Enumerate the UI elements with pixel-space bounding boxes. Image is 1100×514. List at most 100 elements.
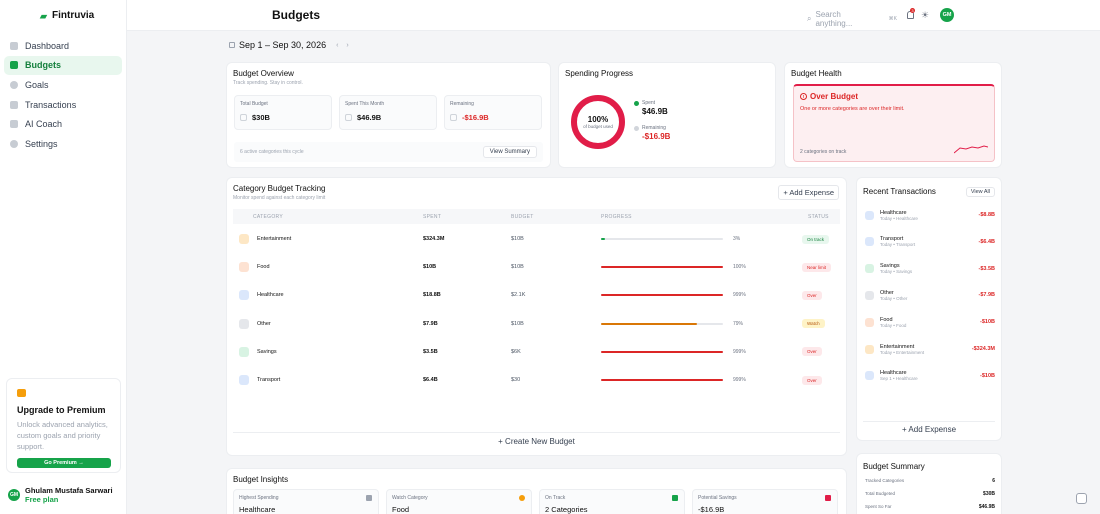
sidebar-item-ai-coach[interactable]: AI Coach (4, 115, 122, 134)
transaction-item[interactable]: Food Today • Food -$10B (865, 312, 995, 332)
transaction-item[interactable]: Transport Today • Transport -$6.4B (865, 232, 995, 252)
progress-percent: 79% (733, 320, 744, 327)
chat-icon[interactable] (1076, 493, 1087, 504)
sidebar-item-budgets[interactable]: Budgets (4, 55, 122, 75)
transaction-amount: -$7.9B (978, 292, 995, 299)
promo-title: Upgrade to Premium (17, 405, 106, 415)
transaction-meta: Today • Healthcare (880, 215, 918, 221)
table-row[interactable]: Other $7.9B $10B 79% Watch (233, 310, 840, 338)
stat-value: -$16.9B (450, 113, 536, 122)
date-nav-arrows[interactable]: ‹› (336, 42, 357, 49)
add-expense-button[interactable]: + Add Expense (778, 185, 839, 200)
stat-remaining: Remaining -$16.9B (444, 95, 542, 130)
gear-icon (10, 139, 18, 148)
clock-icon (450, 114, 457, 121)
search-input[interactable]: ⌕ Search anything... ⌘K (807, 10, 897, 28)
summary-label: Spent So Far (865, 504, 892, 509)
category-cell: Entertainment (239, 234, 291, 244)
summary-value: 6 (992, 478, 995, 484)
legend-value: $46.9B (642, 107, 668, 116)
sidebar-item-label: Transactions (25, 99, 77, 110)
transaction-meta: Sep 1 • Healthcare (880, 376, 918, 382)
budget-cell: $30 (511, 377, 521, 383)
card-subtitle: Track spending. Stay in control. (233, 80, 303, 86)
insight-value: Healthcare (239, 505, 276, 514)
sidebar-item-settings[interactable]: Settings (4, 134, 122, 153)
transaction-meta: Today • Entertainment (880, 349, 925, 355)
category-name: Healthcare (257, 292, 284, 299)
category-name: Entertainment (257, 236, 292, 242)
view-summary-button[interactable]: View Summary (482, 146, 537, 158)
legend-label: Spent (642, 100, 656, 106)
date-range-picker[interactable]: Sep 1 – Sep 30, 2026 ‹› (229, 40, 357, 50)
overview-footer: 6 active categories this cycle View Summ… (234, 142, 543, 162)
user-profile[interactable]: GM Ghulam Mustafa Sarwari Free plan (8, 486, 113, 504)
transaction-item[interactable]: Savings Today • Savings -$3.5B (865, 259, 995, 279)
sidebar: ▰ Fintruvia Dashboard Budgets Goals Tran… (0, 0, 127, 514)
insight-label: Highest Spending (239, 495, 279, 501)
budget-cell: $10B (511, 264, 524, 271)
add-expense-button[interactable]: + Add Expense (863, 421, 995, 434)
sidebar-item-dashboard[interactable]: Dashboard (4, 36, 122, 55)
table-row[interactable]: Healthcare $18.8B $2.1K 999% Over (233, 281, 840, 309)
sidebar-nav: Dashboard Budgets Goals Transactions AI … (4, 36, 122, 154)
category-name: Transport (257, 377, 281, 383)
insight-value: 2 Categories (545, 505, 588, 514)
progress-bar (601, 238, 723, 240)
check-icon (672, 495, 678, 501)
table-row[interactable]: Transport $6.4B $30 999% Over (233, 366, 840, 394)
transaction-item[interactable]: Other Today • Other -$7.9B (865, 285, 995, 305)
progress-percent: 999% (733, 292, 746, 299)
transaction-amount: -$8.8B (978, 212, 995, 218)
promo-text: Unlock advanced analytics, custom goals … (17, 420, 108, 451)
progress-bar (601, 379, 723, 381)
theme-toggle-icon[interactable]: ☀ (921, 10, 929, 21)
calendar-icon (229, 42, 235, 48)
transaction-amount: -$10B (980, 319, 995, 326)
legend-dot (634, 100, 639, 106)
transaction-item[interactable]: Healthcare Sep 1 • Healthcare -$10B (865, 366, 995, 386)
transaction-item[interactable]: Entertainment Today • Entertainment -$324.… (865, 339, 995, 359)
card-title: Spending Progress (565, 69, 634, 78)
create-budget-button[interactable]: + Create New Budget (233, 432, 840, 446)
table-row[interactable]: Entertainment $324.3M $10B 3% On track (233, 225, 840, 253)
budget-cell: $10B (511, 236, 524, 242)
sidebar-item-goals[interactable]: Goals (4, 75, 122, 94)
sidebar-item-label: Budgets (25, 60, 61, 71)
alert-icon: ! (800, 93, 807, 100)
wallet-icon (240, 114, 247, 121)
brand-logo[interactable]: ▰ Fintruvia (40, 10, 94, 21)
health-sparkline (954, 145, 988, 154)
card-title: Budget Health (791, 69, 842, 78)
sidebar-item-label: Dashboard (25, 40, 70, 51)
view-all-button[interactable]: View All (965, 187, 995, 197)
legend-spent: Spent $46.9B (634, 100, 668, 116)
category-icon (865, 317, 874, 327)
column-header-status[interactable]: STATUS (808, 214, 829, 220)
insight-value: -$16.9B (698, 505, 725, 514)
ring-subtitle: of budget used (583, 124, 613, 129)
column-header-progress[interactable]: PROGRESS (601, 214, 632, 220)
spent-cell: $3.5B (423, 348, 438, 355)
table-row[interactable]: Food $10B $10B 100% Near limit (233, 253, 840, 281)
table-row[interactable]: Savings $3.5B $6K 999% Over (233, 338, 840, 366)
column-header-category[interactable]: CATEGORY (253, 214, 283, 220)
health-status: Over Budget (810, 92, 859, 101)
transaction-item[interactable]: Healthcare Today • Healthcare -$8.8B (865, 205, 995, 225)
column-header-budget[interactable]: BUDGET (511, 214, 534, 220)
column-header-spent[interactable]: SPENT (423, 214, 441, 220)
avatar[interactable]: GM (940, 8, 954, 22)
progress-bar (601, 266, 723, 269)
recent-transactions-card: Recent Transactions View All Healthcare T… (856, 177, 1002, 441)
go-premium-button[interactable]: Go Premium → (17, 458, 111, 468)
transaction-meta: Today • Food (880, 322, 907, 328)
budget-summary-card: Budget Summary Tracked Categories 6 Total… (856, 453, 1002, 514)
card-title: Budget Overview (233, 69, 294, 78)
topbar: Budgets ⌕ Search anything... ⌘K 3 ☀ GM (127, 0, 1100, 31)
transaction-amount: -$324.3M (971, 346, 995, 352)
sidebar-item-transactions[interactable]: Transactions (4, 95, 122, 114)
stat-total-budget: Total Budget $30B (234, 95, 332, 130)
spent-cell: $324.3M (423, 236, 445, 242)
health-alert: ! Over Budget One or more categories are … (793, 84, 995, 162)
sidebar-item-label: Goals (25, 79, 49, 90)
